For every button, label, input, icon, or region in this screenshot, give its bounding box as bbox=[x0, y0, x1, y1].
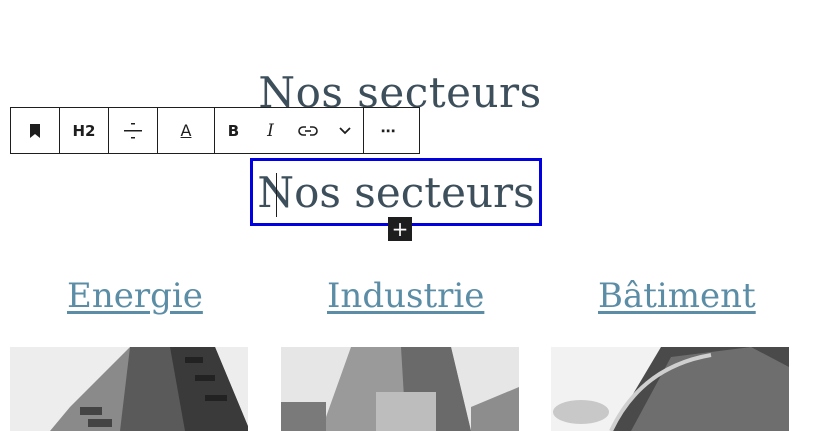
sector-link-industrie[interactable]: Industrie bbox=[327, 276, 484, 316]
toolbar-group-align bbox=[109, 108, 158, 153]
block-toolbar: H2 A B I ⋯ bbox=[10, 107, 420, 154]
heading-selected[interactable]: Nos secteurs bbox=[250, 158, 542, 226]
toolbar-group-options: ⋯ bbox=[364, 108, 412, 153]
heading-level-button[interactable]: H2 bbox=[60, 108, 108, 153]
text-color-icon: A bbox=[180, 121, 192, 140]
sector-link-batiment[interactable]: Bâtiment bbox=[598, 276, 756, 316]
bookmark-icon bbox=[30, 123, 40, 138]
heading-selected-text[interactable]: Nos secteurs bbox=[257, 168, 534, 217]
link-button[interactable] bbox=[289, 108, 326, 153]
italic-label: I bbox=[267, 120, 274, 141]
chevron-down-icon bbox=[338, 126, 351, 134]
bookmark-button[interactable] bbox=[11, 108, 59, 153]
toolbar-group-format: B I bbox=[215, 108, 364, 153]
options-button[interactable]: ⋯ bbox=[364, 108, 412, 153]
toolbar-group-block bbox=[11, 108, 60, 153]
more-rich-text-button[interactable] bbox=[326, 108, 363, 153]
bold-button[interactable]: B bbox=[215, 108, 252, 153]
italic-button[interactable]: I bbox=[252, 108, 289, 153]
sector-image-batiment bbox=[551, 347, 789, 431]
text-color-button[interactable]: A bbox=[158, 108, 214, 153]
toolbar-group-color: A bbox=[158, 108, 215, 153]
text-caret bbox=[276, 173, 277, 217]
align-button[interactable] bbox=[109, 108, 157, 153]
toolbar-group-heading: H2 bbox=[60, 108, 109, 153]
link-icon bbox=[297, 125, 318, 136]
sector-link-energie[interactable]: Energie bbox=[67, 276, 203, 316]
sector-image-industrie bbox=[281, 347, 519, 431]
add-block-button[interactable]: + bbox=[388, 217, 412, 241]
sector-image-energie bbox=[10, 347, 248, 431]
align-center-icon bbox=[124, 122, 142, 138]
